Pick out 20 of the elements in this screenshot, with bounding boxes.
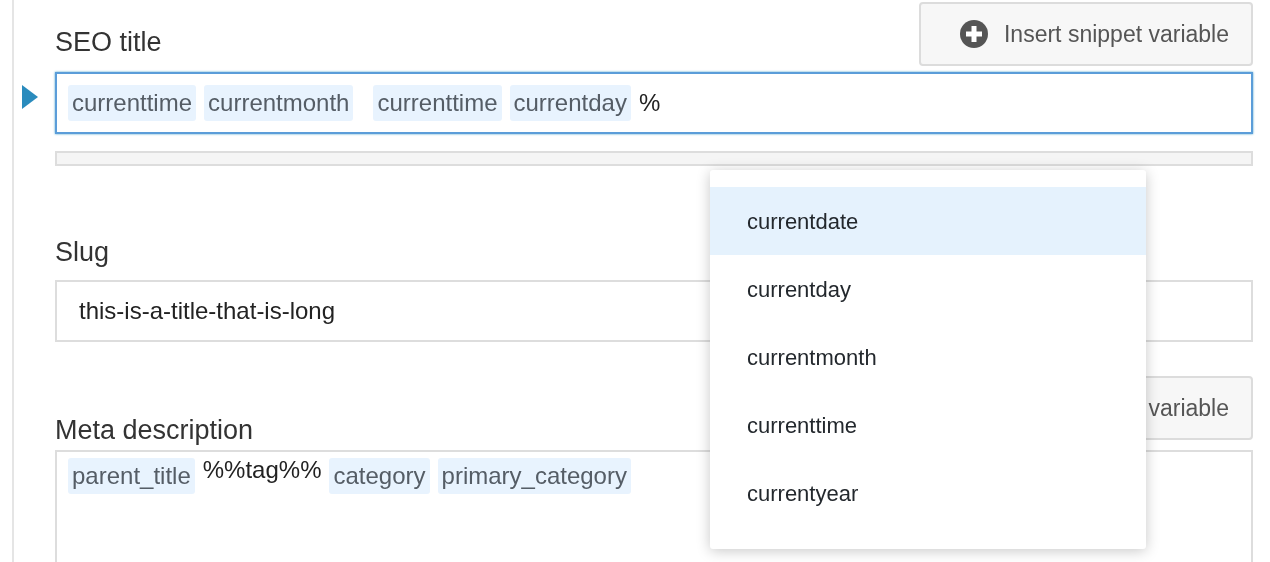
plus-circle-icon [960,20,988,48]
input-field[interactable]: currenttime currentmonth currenttime currentday % [55,72,1253,134]
variable-tag: currentday [509,85,631,121]
dropdown-item[interactable]: currentday [710,255,1146,323]
dropdown-item[interactable]: currentyear [710,459,1146,527]
variable-tag: parent_title [68,458,195,494]
dropdown-item[interactable]: currenttime [710,391,1146,459]
variable-tag: primary_category [437,458,631,494]
variable-tag: currentmonth [204,85,354,121]
text-value: % [638,91,661,115]
variable-tag: currenttime [373,85,502,121]
dropdown-item[interactable]: currentmonth [710,323,1146,391]
field-label: Slug [55,239,110,266]
variable-tag: category [329,458,430,494]
text-value: %%tag%% [202,458,322,482]
dropdown-item[interactable]: currentdate [710,187,1146,255]
field-label: SEO title [55,29,162,59]
insert-variable-button[interactable]: Insert snippet variable [919,2,1253,66]
variable-tag: currenttime [68,85,197,121]
field-label: Meta description [55,417,254,444]
